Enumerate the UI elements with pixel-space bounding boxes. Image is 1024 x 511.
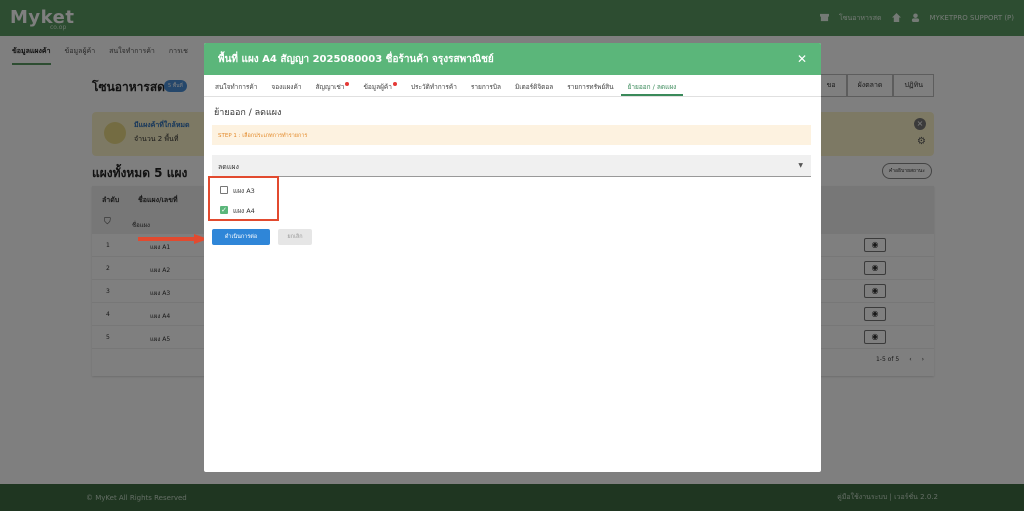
close-icon[interactable]: ✕ [797,52,807,66]
dialog-tabs: สนใจทำการค้า จองแผงค้า สัญญาเช่า ข้อมูลผ… [204,75,821,97]
tab-history[interactable]: ประวัติทำการค้า [404,75,464,96]
tab-contract[interactable]: สัญญาเช่า [308,75,356,96]
caret-down-icon: ▼ [798,162,803,169]
reduce-stall-dialog: พื้นที่ แผง A4 สัญญา 2025080003 ชื่อร้าน… [204,43,821,472]
action-type-select[interactable]: ลดแผง ▼ [212,155,811,177]
continue-button[interactable]: ดำเนินการต่อ [212,229,270,245]
alert-dot-icon [345,82,350,86]
checkbox-label-a3[interactable]: แผง A3 [233,186,255,196]
stall-checkbox-highlight: แผง A3 ✓ แผง A4 [208,176,279,221]
tab-assets[interactable]: รายการทรัพย์สิน [560,75,620,96]
checkbox-label-a4[interactable]: แผง A4 [233,206,255,216]
checkbox-stall-a4[interactable]: ✓ [220,206,228,214]
dialog-header: พื้นที่ แผง A4 สัญญา 2025080003 ชื่อร้าน… [204,43,821,75]
alert-dot-icon [392,82,397,86]
tab-bills[interactable]: รายการบิล [464,75,508,96]
step-banner: STEP 1 : เลือกประเภทการทำรายการ [212,125,811,145]
action-type-value: ลดแผง [218,163,239,171]
tab-contract-label: สัญญาเช่า [315,83,345,91]
tab-merchant-label: ข้อมูลผู้ค้า [363,83,392,91]
tab-move-out[interactable]: ย้ายออก / ลดแผง [620,75,684,96]
tab-meter[interactable]: มิเตอร์ดิจิตอล [508,75,560,96]
arrow-annotation-icon [138,234,208,244]
cancel-button[interactable]: ยกเลิก [278,229,312,245]
tab-interest[interactable]: สนใจทำการค้า [208,75,264,96]
section-title: ย้ายออก / ลดแผง [214,108,282,118]
dialog-title: พื้นที่ แผง A4 สัญญา 2025080003 ชื่อร้าน… [218,53,494,65]
checkbox-stall-a3[interactable] [220,186,228,194]
tab-merchant[interactable]: ข้อมูลผู้ค้า [356,75,403,96]
tab-booking[interactable]: จองแผงค้า [264,75,308,96]
